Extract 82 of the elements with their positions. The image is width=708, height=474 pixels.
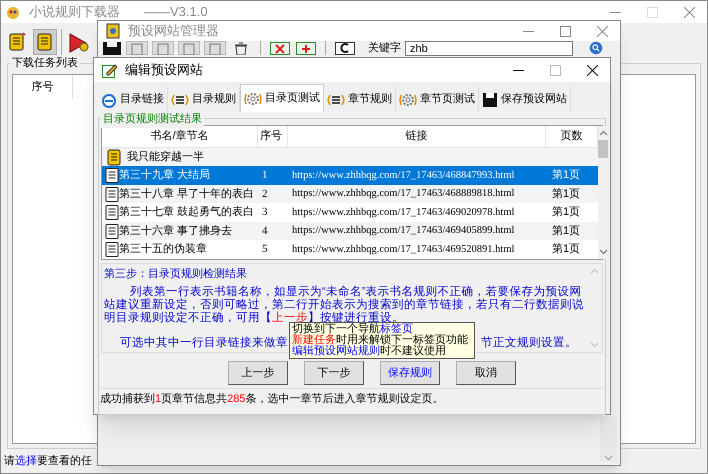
table-cell-text: 5 (261, 242, 268, 258)
notebook-icon (7, 32, 27, 52)
document-icon (105, 168, 119, 184)
table-cell-text: 4 (261, 224, 268, 239)
version-label: ——V3.1.0 (144, 3, 208, 22)
app-icon (106, 23, 120, 39)
table-row[interactable]: 我只能穿越一半 (102, 148, 598, 166)
document-icon (105, 186, 119, 202)
status-text: 请选择要查看的任 (4, 454, 92, 469)
table-cell-text: 第三十八章 早了十年的表白 (119, 186, 254, 202)
tab[interactable]: 章节页测试 (396, 87, 479, 112)
gear-icon (244, 90, 262, 106)
add-icon[interactable] (295, 41, 317, 55)
column-header[interactable]: 链接 (288, 126, 546, 147)
tooltip-line: 编辑预设网站规则时不建议使用 (292, 346, 447, 357)
tab[interactable]: 目录页测试 (240, 84, 324, 112)
app-icon (5, 4, 21, 20)
dialog-button[interactable]: 上一步 (228, 361, 288, 385)
table-cell-text: https://www.zhhbqg.com/17_17463/469405899.html (291, 224, 516, 238)
window-title: 编辑预设网站 (125, 61, 203, 80)
table-cell-text: 第三十五的伪装章 (119, 242, 207, 258)
close-icon[interactable] (587, 64, 598, 76)
dialog-button[interactable]: 保存规则 (380, 361, 440, 385)
scroll-down-icon[interactable] (598, 249, 608, 255)
table-cell-text: 第三十七章 鼓起勇气的表白 (119, 204, 254, 220)
search-icon[interactable] (589, 41, 603, 55)
table-cell-text: 第三十六章 事了拂身去 (119, 224, 232, 239)
save-icon[interactable] (102, 41, 122, 55)
table-cell-text: 第1页 (551, 224, 582, 239)
scroll-up-icon[interactable] (598, 130, 608, 136)
table-cell-text: https://www.zhhbqg.com/17_17463/468889818.html (291, 187, 516, 202)
keyword-label: 关键字 (368, 41, 401, 55)
step-title: 第三步：目录页规则检测结果 (104, 267, 248, 282)
tooltip-line: 新建任务时用来解锁下一标签页功能 (292, 335, 469, 346)
window-title: 小说规则下载器 (29, 3, 120, 22)
tab[interactable]: 目录规则 (168, 87, 240, 112)
dialog-button[interactable]: 下一步 (304, 361, 364, 385)
table-cell-text: 1 (261, 168, 268, 184)
table-cell-text: 第1页 (551, 205, 582, 220)
table-row[interactable]: 第三十六章 事了拂身去 4 https://www.zhhbqg.com/17_17463/469405899.html 第1页 (102, 222, 598, 240)
window-title: 预设网站管理器 (128, 22, 219, 40)
group-label: 目录页规则测试结果 (101, 111, 204, 128)
scrollbar[interactable] (598, 126, 608, 259)
scrollbar[interactable] (600, 417, 617, 462)
column-header[interactable]: 书名/章节名 (102, 126, 258, 147)
scroll-down-icon[interactable] (604, 453, 613, 462)
keyword-field[interactable]: zhb (405, 41, 573, 56)
notebook-icon (36, 32, 54, 52)
dialog-button[interactable]: 取消 (456, 361, 516, 385)
document-icon (105, 242, 119, 258)
maximize-icon[interactable] (560, 26, 571, 36)
maximize-icon[interactable] (550, 64, 561, 76)
table-cell-text: 第1页 (551, 186, 582, 202)
status-text: 成功捕获到1页章节信息共285条，选中一章节后进入章节规则设定页。 (99, 388, 605, 414)
help-text: 节正文规则设置。 (481, 336, 577, 350)
help-text: 可选中其中一行目录链接来做章 (120, 335, 288, 350)
table-cell-text: 第1页 (551, 168, 582, 184)
tab[interactable]: 章节规则 (324, 87, 396, 112)
gear-icon (399, 92, 417, 108)
refresh-icon[interactable] (334, 41, 356, 55)
tooltip-line: 切换到下一个导航标签页 (292, 324, 413, 335)
table-cell-text: https://www.zhhbqg.com/17_17463/469020978.html (291, 206, 516, 220)
column-header[interactable]: 序号 (13, 75, 73, 99)
delete-icon[interactable] (269, 41, 291, 55)
table-cell-text: 第三十九章 大结局 (119, 168, 210, 184)
document-icon (105, 205, 119, 220)
table-row[interactable]: 第三十八章 早了十年的表白 2 https://www.zhhbqg.com/17_17463/468889818.html 第1页 (102, 184, 598, 204)
book-title: 我只能穿越一半 (127, 150, 204, 165)
save-icon (482, 92, 498, 108)
table-cell-text: https://www.zhhbqg.com/17_17463/468847993.html (291, 168, 516, 183)
table-cell-text: 3 (261, 205, 268, 220)
table-cell-text: https://www.zhhbqg.com/17_17463/469520891.html (291, 242, 516, 257)
document-icon (105, 224, 119, 239)
table-cell-text: 第1页 (551, 242, 582, 258)
task-list-button[interactable] (33, 29, 57, 55)
column-header[interactable]: 序号 (258, 126, 288, 147)
play-gear-icon (68, 32, 88, 52)
edit-icon (102, 62, 117, 78)
table-row[interactable]: 第三十九章 大结局 1 https://www.zhhbqg.com/17_17463/468847993.html 第1页 (102, 166, 598, 185)
notebook-icon (107, 148, 121, 166)
table-cell-text: 2 (261, 186, 268, 202)
scroll-thumb[interactable] (598, 140, 608, 158)
